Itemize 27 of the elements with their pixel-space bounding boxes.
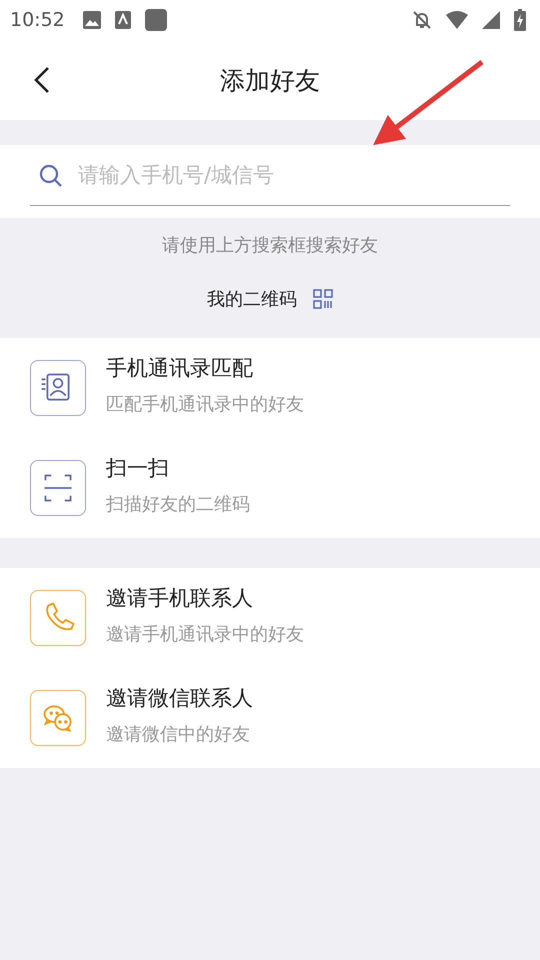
search-field[interactable]: 请输入手机号/城信号	[30, 145, 510, 206]
list-item[interactable]: 手机通讯录匹配 匹配手机通讯录中的好友	[0, 338, 540, 438]
app-icon	[144, 9, 167, 31]
list-item[interactable]: 邀请手机联系人 邀请手机通讯录中的好友	[0, 568, 540, 668]
row-title: 邀请微信联系人	[106, 685, 253, 712]
qr-code-icon	[313, 289, 333, 309]
row-subtitle: 邀请微信中的好友	[106, 723, 251, 746]
search-icon	[38, 163, 64, 189]
list-item[interactable]: 邀请微信联系人 邀请微信中的好友	[0, 668, 540, 768]
list-item[interactable]: 扫一扫 扫描好友的二维码	[0, 438, 540, 538]
row-subtitle: 邀请手机通讯录中的好友	[106, 623, 304, 646]
row-title: 邀请手机联系人	[106, 585, 254, 612]
image-icon	[82, 11, 101, 29]
row-subtitle: 扫描好友的二维码	[106, 493, 250, 516]
search-bar[interactable]: 请输入手机号/城信号	[0, 145, 540, 218]
page-title: 添加好友	[220, 64, 320, 96]
battery-icon	[514, 9, 526, 31]
mute-icon	[412, 10, 432, 30]
signal-icon	[482, 11, 500, 29]
row-title: 手机通讯录匹配	[106, 355, 254, 382]
my-qr-code-button[interactable]: 我的二维码	[207, 287, 333, 311]
row-subtitle: 匹配手机通讯录中的好友	[106, 393, 304, 416]
status-time: 10:52	[10, 9, 65, 31]
wifi-icon	[446, 11, 468, 29]
hint-text: 请使用上方搜索框搜索好友	[162, 234, 378, 257]
row-title: 扫一扫	[106, 455, 170, 482]
keyboard-icon	[114, 11, 131, 29]
